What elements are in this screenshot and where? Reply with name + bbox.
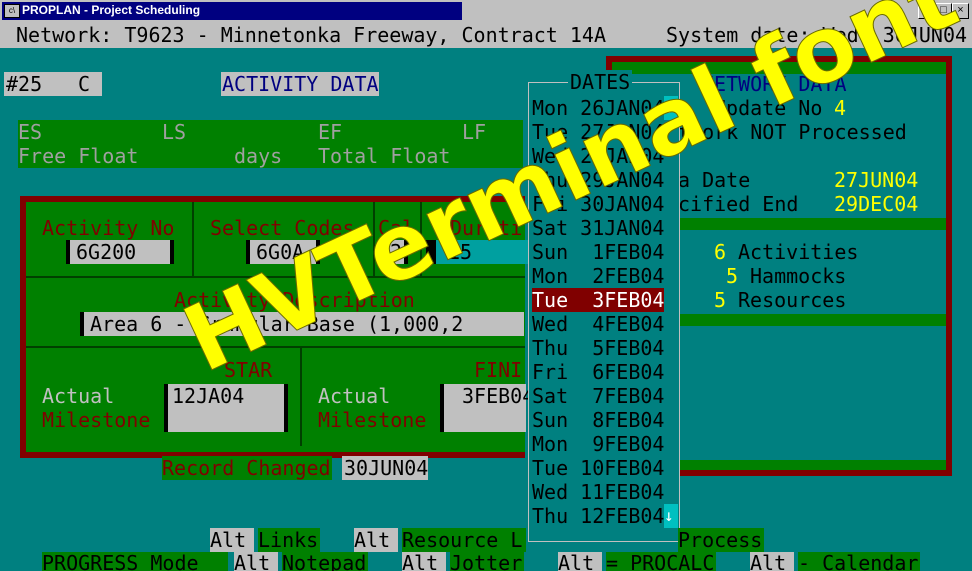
date-weekday: Sat xyxy=(532,384,569,408)
date-option[interactable]: Sun 8FEB04 xyxy=(532,408,664,432)
jotter-command[interactable]: Jotter xyxy=(450,551,522,571)
process-command[interactable]: Process xyxy=(678,528,762,552)
finish-milestone-label: Milestone xyxy=(318,408,427,432)
alt-key-label: Alt xyxy=(234,551,271,571)
date-option[interactable]: Tue 3FEB04 xyxy=(532,288,664,312)
progress-mode: PROGRESS Mode xyxy=(42,551,199,571)
date-option[interactable]: Tue 10FEB04 xyxy=(532,456,664,480)
resources-count: 5 xyxy=(714,288,727,312)
date-weekday: Tue xyxy=(532,288,569,312)
date-value: 2FEB04 xyxy=(580,264,665,288)
free-float-label: Free Float xyxy=(18,144,139,168)
date-weekday: Wed xyxy=(532,480,569,504)
date-weekday: Tue xyxy=(532,456,569,480)
finish-date-value: 3FEB04 xyxy=(462,384,535,408)
record-changed-value: 30JUN04 xyxy=(344,456,429,480)
start-milestone-label: Milestone xyxy=(42,408,151,432)
date-weekday: Mon xyxy=(532,432,569,456)
date-value: 1FEB04 xyxy=(580,240,665,264)
alt-key-label: Alt xyxy=(210,528,247,552)
ef-label: EF xyxy=(318,120,343,144)
panel-divider xyxy=(300,346,302,446)
date-weekday: Sun xyxy=(532,408,569,432)
record-changed-label: Record Changed xyxy=(162,456,331,480)
record-number: #25 xyxy=(6,72,43,96)
notepad-command[interactable]: Notepad xyxy=(282,551,366,571)
alt-key-label: Alt xyxy=(750,551,787,571)
date-option[interactable]: Thu 5FEB04 xyxy=(532,336,664,360)
date-option[interactable]: Wed 4FEB04 xyxy=(532,312,664,336)
record-code: C xyxy=(78,72,91,96)
activities-label: Activities xyxy=(738,240,859,264)
resource-command[interactable]: Resource L xyxy=(402,528,522,552)
finish-actual-label: Actual xyxy=(318,384,391,408)
date-option[interactable]: Sat 7FEB04 xyxy=(532,384,664,408)
specified-end-label: cified End xyxy=(678,192,799,216)
start-date-value: 12JA04 xyxy=(172,384,245,408)
date-value: 7FEB04 xyxy=(580,384,665,408)
start-actual-label: Actual xyxy=(42,384,115,408)
calendar-command[interactable]: - Calendar xyxy=(798,551,918,571)
terminal-window: c\ PROPLAN - Project Scheduling _ □ × Ne… xyxy=(0,0,972,571)
date-option[interactable]: Fri 6FEB04 xyxy=(532,360,664,384)
procalc-command[interactable]: = PROCALC xyxy=(606,551,714,571)
alt-key-label: Alt xyxy=(354,528,391,552)
finish-label: FINI xyxy=(474,358,523,382)
es-label: ES xyxy=(18,120,43,144)
links-command[interactable]: Links xyxy=(258,528,318,552)
date-weekday: Fri xyxy=(532,360,569,384)
lf-label: LF xyxy=(462,120,487,144)
activity-no-label: Activity No xyxy=(42,216,175,240)
alt-key-label: Alt xyxy=(558,551,595,571)
date-option[interactable]: Thu 12FEB04 xyxy=(532,504,664,528)
date-value: 4FEB04 xyxy=(580,312,665,336)
ls-label: LS xyxy=(162,120,187,144)
date-option[interactable]: Sun 1FEB04 xyxy=(532,240,664,264)
date-value: 5FEB04 xyxy=(580,336,665,360)
date-value: 12FEB04 xyxy=(580,504,665,528)
alt-key-label: Alt xyxy=(402,551,439,571)
date-option[interactable]: Mon 9FEB04 xyxy=(532,432,664,456)
date-value: 8FEB04 xyxy=(580,408,665,432)
activity-no-value: 6G200 xyxy=(76,240,137,264)
total-float-label: Total Float xyxy=(318,144,451,168)
date-value: 9FEB04 xyxy=(580,432,665,456)
date-value: 3FEB04 xyxy=(580,288,665,312)
date-option[interactable]: Wed 11FEB04 xyxy=(532,480,664,504)
date-weekday: Thu xyxy=(532,336,569,360)
panel-divider xyxy=(192,202,194,276)
date-weekday: Thu xyxy=(532,504,569,528)
date-value: 6FEB04 xyxy=(580,360,665,384)
activities-count: 6 xyxy=(714,240,727,264)
specified-end-value: 29DEC04 xyxy=(834,192,919,216)
date-weekday: Mon xyxy=(532,264,569,288)
date-value: 11FEB04 xyxy=(580,480,665,504)
date-weekday: Wed xyxy=(532,312,569,336)
window-title: PROPLAN - Project Scheduling xyxy=(22,3,201,17)
activity-data-title: ACTIVITY DATA xyxy=(222,72,379,96)
date-value: 31JAN04 xyxy=(580,216,665,240)
data-date-value: 27JUN04 xyxy=(834,168,919,192)
date-weekday: Sun xyxy=(532,240,569,264)
days-label: days xyxy=(234,144,283,168)
resources-label: Resources xyxy=(738,288,847,312)
scroll-down-icon[interactable]: ↓ xyxy=(664,504,678,528)
network-title: Network: T9623 - Minnetonka Freeway, Con… xyxy=(16,23,607,47)
date-value: 10FEB04 xyxy=(580,456,665,480)
terminal-app-icon[interactable]: c\ xyxy=(4,4,20,18)
hammocks-count: 5 xyxy=(726,264,739,288)
hammocks-label: Hammocks xyxy=(750,264,847,288)
date-option[interactable]: Mon 2FEB04 xyxy=(532,264,664,288)
